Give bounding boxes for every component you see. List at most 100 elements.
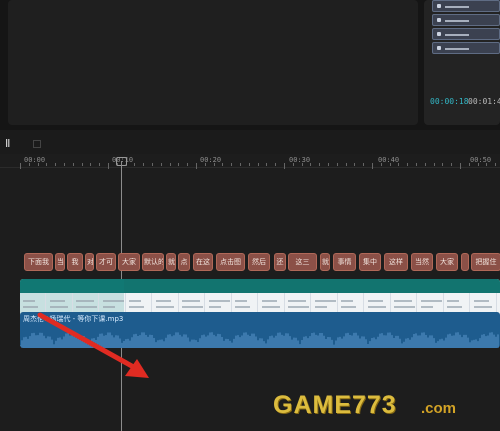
- ruler-tick: [451, 163, 453, 166]
- ruler-tick: [372, 163, 373, 169]
- ruler-tick: [477, 163, 479, 166]
- video-frame-line: [49, 300, 65, 302]
- video-frame-line: [155, 300, 171, 302]
- ruler-tick: [46, 163, 48, 166]
- subtitle-clip[interactable]: 大家: [436, 253, 458, 271]
- video-frame-line: [367, 306, 386, 308]
- video-frame-line: [208, 300, 230, 302]
- video-frame-line: [473, 300, 489, 302]
- subtitle-clip[interactable]: 当: [55, 253, 65, 271]
- video-frame-line: [261, 300, 277, 302]
- subtitle-clip[interactable]: 默认的: [142, 253, 164, 271]
- ruler-tick: [336, 163, 338, 166]
- subtitle-clip[interactable]: 大家: [118, 253, 140, 271]
- ruler-tick: [160, 163, 162, 166]
- ruler-tick: [380, 163, 382, 166]
- ruler-tick: [108, 163, 109, 169]
- ruler-tick: [389, 163, 391, 166]
- ruler-tick: [284, 163, 285, 169]
- video-frame-line: [447, 306, 462, 308]
- ruler-tick: [328, 163, 329, 166]
- ruler-label: 00:00: [24, 156, 46, 164]
- video-frame-line: [23, 306, 38, 308]
- subtitle-clip[interactable]: 就: [320, 253, 330, 271]
- ruler-tick: [398, 163, 400, 166]
- total-time: 00:01:4: [468, 97, 500, 106]
- split-tool-icon[interactable]: Ⅱ: [5, 138, 16, 150]
- subtitle-clip[interactable]: 才可: [96, 253, 116, 271]
- video-frame-line: [76, 300, 94, 302]
- subtitle-clip[interactable]: 这三: [288, 253, 317, 271]
- preview-thumbnail: [432, 14, 500, 26]
- subtitle-clip[interactable]: 点击图: [216, 253, 245, 271]
- ruler-tick: [468, 163, 470, 166]
- preview-thumbnail: [432, 42, 500, 54]
- ruler-tick: [20, 163, 21, 169]
- ruler-tick: [231, 163, 233, 166]
- ruler-tick: [204, 163, 206, 166]
- video-frame-line: [182, 306, 203, 308]
- subtitle-clip[interactable]: 对: [85, 253, 94, 271]
- video-frame-line: [420, 300, 442, 302]
- ruler-tick: [416, 163, 417, 166]
- subtitle-clip[interactable]: 点: [178, 253, 190, 271]
- ruler-tick: [319, 163, 321, 166]
- ruler-tick: [248, 163, 250, 166]
- ruler-tick: [240, 163, 241, 166]
- video-frame-line: [129, 306, 144, 308]
- ruler-tick: [213, 163, 215, 166]
- ruler-tick: [292, 163, 294, 166]
- ruler-tick: [275, 163, 277, 166]
- subtitle-clip[interactable]: 然后: [248, 253, 270, 271]
- audio-track[interactable]: 周杰伦&杨瑞代 - 等你下课.mp3: [20, 312, 500, 348]
- video-frame-line: [23, 300, 35, 302]
- video-frame-line: [182, 300, 200, 302]
- ruler-tick: [407, 163, 409, 166]
- watermark-logo: GAME773: [273, 391, 397, 419]
- timeline-toolbar: Ⅱ: [0, 130, 500, 154]
- subtitle-clip[interactable]: [461, 253, 469, 271]
- left-panel: [8, 0, 418, 125]
- video-frame-line: [235, 306, 250, 308]
- subtitle-clip[interactable]: 下面我: [24, 253, 53, 271]
- video-frame-line: [235, 300, 247, 302]
- subtitle-clip[interactable]: 集中: [359, 253, 381, 271]
- video-frame-line: [367, 300, 383, 302]
- subtitle-clip[interactable]: 在这: [193, 253, 213, 271]
- video-frame-line: [341, 306, 356, 308]
- subtitle-clip[interactable]: 还: [274, 253, 286, 271]
- video-frame-line: [288, 300, 306, 302]
- ruler-tick: [178, 163, 180, 166]
- ruler-tick: [64, 163, 65, 166]
- subtitle-clip[interactable]: 事情: [333, 253, 356, 271]
- preview-thumbnails: [432, 0, 500, 56]
- video-frame-line: [394, 300, 412, 302]
- preview-panel: 00:00:18 00:01:4: [424, 0, 500, 125]
- crop-tool-icon[interactable]: [33, 140, 41, 148]
- subtitle-clip[interactable]: 就: [166, 253, 176, 271]
- video-frame-line: [129, 300, 141, 302]
- ruler-tick: [152, 163, 153, 166]
- time-ruler[interactable]: 00:00 00:10 00:20 00:30 00:40 00:50: [0, 154, 500, 169]
- video-frame-line: [155, 306, 174, 308]
- ruler-tick: [134, 163, 136, 166]
- ruler-tick: [196, 163, 197, 169]
- ruler-tick: [424, 163, 426, 166]
- ruler-tick: [495, 163, 497, 166]
- ruler-tick: [187, 163, 189, 166]
- editor-window: 00:00:18 00:01:4 Ⅱ 00:00 00:10 00:20 00:30 0…: [0, 0, 500, 431]
- subtitle-clip[interactable]: 当然: [411, 253, 433, 271]
- timeline-panel: Ⅱ 00:00 00:10 00:20 00:30 00:40 00:50 下面我当我对才…: [0, 130, 500, 431]
- ruler-tick: [354, 163, 356, 166]
- ruler-tick: [363, 163, 365, 166]
- ruler-tick: [310, 163, 312, 166]
- subtitle-clip[interactable]: 我: [67, 253, 83, 271]
- audio-waveform: [20, 332, 499, 348]
- watermark-domain: .com: [421, 400, 457, 417]
- video-frame-line: [341, 300, 353, 302]
- subtitle-track: 下面我当我对才可 大家 默认的就点在这 点击图 然后还这三就事情 集中 这样 当然 大家 把握住: [24, 253, 500, 271]
- subtitle-clip[interactable]: 这样: [384, 253, 408, 271]
- video-frame-line: [49, 306, 68, 308]
- subtitle-clip[interactable]: 把握住: [471, 253, 500, 271]
- video-frame-line: [76, 306, 97, 308]
